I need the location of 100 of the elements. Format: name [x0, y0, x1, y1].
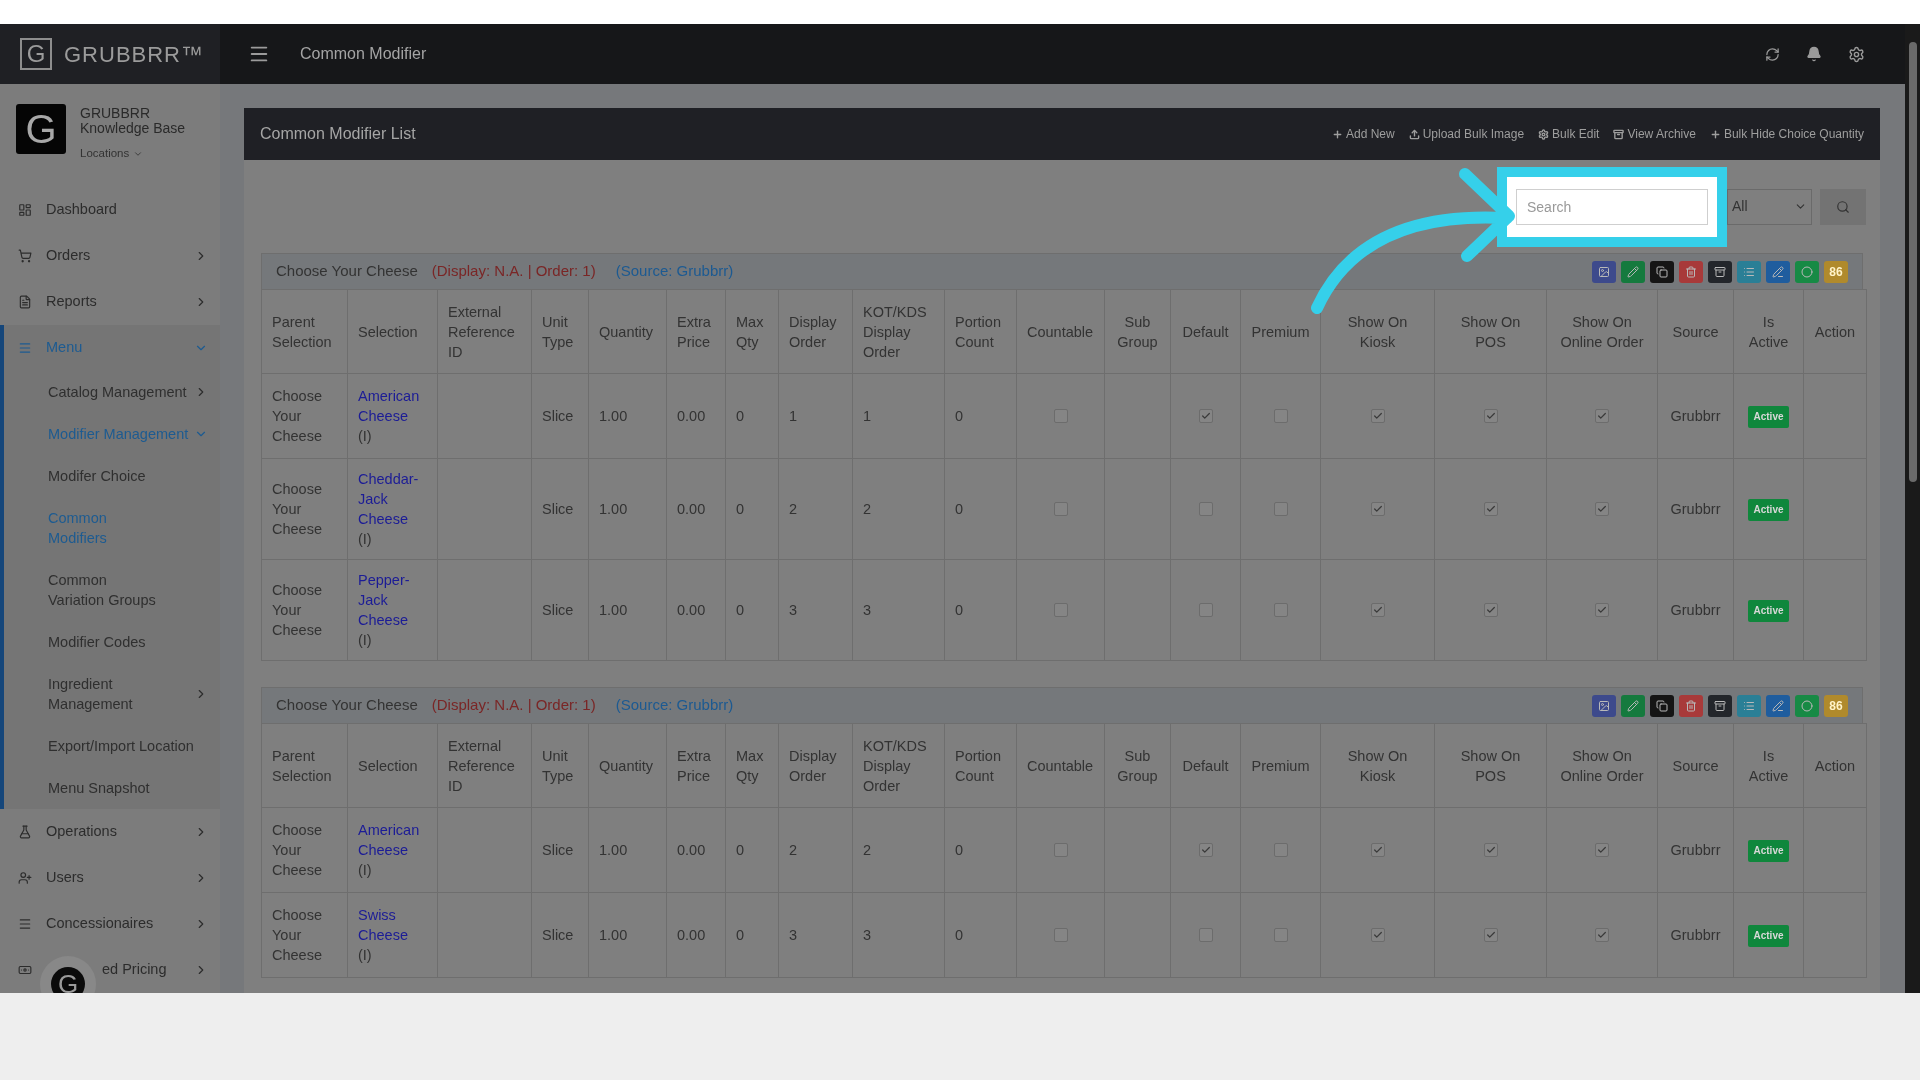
sidebar-item[interactable]: Common Variation Groups	[4, 559, 220, 621]
table-cell: Grubbrr	[1670, 927, 1721, 943]
checkbox[interactable]	[1370, 843, 1385, 857]
group-action-button[interactable]	[1592, 260, 1616, 283]
table-cell: 3	[789, 602, 798, 618]
cart-icon	[18, 249, 32, 263]
sidebar-item[interactable]: Users	[46, 855, 220, 901]
selection-link[interactable]: American Cheese	[358, 820, 427, 860]
checkbox[interactable]	[1273, 502, 1288, 516]
checkbox[interactable]	[1198, 409, 1213, 423]
checkbox[interactable]	[1483, 843, 1498, 857]
image-icon	[1598, 699, 1610, 712]
sidebar-item[interactable]: Modifier Codes	[4, 621, 220, 663]
checkbox[interactable]	[1370, 603, 1385, 617]
checkbox[interactable]	[1198, 502, 1213, 516]
checkbox[interactable]	[1370, 409, 1385, 423]
checkbox[interactable]	[1053, 603, 1068, 617]
checkbox[interactable]	[1595, 409, 1609, 423]
toolbar-button[interactable]: Add New	[1332, 125, 1395, 143]
group-action-button[interactable]	[1650, 694, 1674, 717]
checkbox[interactable]	[1198, 928, 1213, 942]
toolbar-button[interactable]: View Archive	[1613, 125, 1696, 143]
chat-bubble[interactable]: G	[40, 956, 96, 993]
user-plus-icon	[18, 871, 32, 885]
table-cell: 1.00	[599, 842, 628, 858]
locations-dropdown[interactable]: Locations	[80, 146, 186, 161]
check-icon	[1485, 605, 1496, 615]
selection-link[interactable]: American Cheese	[358, 386, 427, 426]
checkbox[interactable]	[1273, 843, 1288, 857]
toolbar-button[interactable]: Bulk Hide Choice Quantity	[1709, 125, 1864, 143]
checkbox[interactable]	[1483, 603, 1498, 617]
sidebar-item[interactable]: Modifer Choice	[4, 455, 220, 497]
sidebar-item[interactable]: Orders	[46, 233, 220, 279]
group-action-button[interactable]: 86	[1824, 694, 1848, 717]
checkbox[interactable]	[1595, 502, 1609, 516]
checkbox[interactable]	[1595, 603, 1609, 617]
search-button[interactable]	[1820, 188, 1866, 225]
column-header: Show On POS	[1434, 723, 1547, 808]
column-header: Max Qty	[725, 723, 779, 808]
checkbox[interactable]	[1198, 843, 1213, 857]
checkbox[interactable]	[1595, 928, 1609, 942]
group-action-button[interactable]	[1766, 694, 1790, 717]
checkbox[interactable]	[1053, 409, 1068, 423]
column-header: Unit Type	[531, 289, 589, 374]
sidebar-item[interactable]: Menu Snapshot	[4, 767, 220, 809]
toolbar-button[interactable]: Upload Bulk Image	[1408, 125, 1525, 143]
sidebar-item[interactable]: Concessionaires	[46, 901, 220, 947]
filter-select[interactable]: All	[1727, 188, 1812, 225]
checkbox[interactable]	[1273, 409, 1288, 423]
group-action-button[interactable]	[1766, 260, 1790, 283]
settings-icon[interactable]	[1848, 45, 1865, 63]
status-badge: Active	[1748, 839, 1789, 862]
notification-icon[interactable]	[1806, 46, 1822, 62]
checkbox[interactable]	[1483, 928, 1498, 942]
group-action-button[interactable]: 86	[1824, 260, 1848, 283]
check-icon	[1372, 605, 1383, 615]
logo-mark: G	[20, 38, 52, 70]
table-cell: 0	[955, 501, 964, 517]
account-name: GRUBBRR	[80, 106, 151, 121]
sidebar-item[interactable]: Dashboard	[46, 187, 220, 233]
copy-icon	[1656, 699, 1668, 712]
selection-link[interactable]: Pepper-Jack Cheese	[358, 570, 427, 630]
checkbox[interactable]	[1198, 603, 1213, 617]
refresh-icon[interactable]	[1765, 46, 1780, 62]
checkbox[interactable]	[1053, 502, 1068, 516]
sidebar-item[interactable]: Catalog Management	[4, 371, 220, 413]
checkbox[interactable]	[1595, 843, 1609, 857]
sidebar-item[interactable]: Ingredient Management	[4, 663, 220, 725]
toolbar-button[interactable]: Bulk Edit	[1538, 125, 1600, 143]
column-header: Portion Count	[944, 723, 1017, 808]
column-header: Countable	[1016, 723, 1105, 808]
checkbox[interactable]	[1053, 843, 1068, 857]
table-cell: Slice	[542, 927, 574, 943]
selection-link[interactable]: Swiss Cheese	[358, 905, 427, 945]
checkbox[interactable]	[1053, 928, 1068, 942]
table-cell: 2	[789, 501, 798, 517]
group-action-button[interactable]	[1708, 260, 1732, 283]
circle-icon	[1801, 265, 1813, 278]
check-icon	[1372, 845, 1383, 855]
table-cell: Grubbrr	[1670, 501, 1721, 517]
table-cell: 0	[955, 408, 964, 424]
group-action-button[interactable]	[1592, 694, 1616, 717]
checkbox[interactable]	[1370, 928, 1385, 942]
document-icon	[18, 295, 32, 309]
sidebar-item[interactable]: ed Pricing	[102, 947, 220, 993]
checkbox[interactable]	[1273, 928, 1288, 942]
checkbox[interactable]	[1483, 502, 1498, 516]
checkbox[interactable]	[1273, 603, 1288, 617]
check-icon	[1597, 930, 1607, 940]
sidebar-item[interactable]: Operations	[46, 809, 220, 855]
search-field[interactable]: Search	[1516, 188, 1708, 225]
group-action-button[interactable]	[1650, 260, 1674, 283]
selection-link[interactable]: Cheddar-Jack Cheese	[358, 469, 427, 529]
sidebar-item[interactable]: Export/Import Location	[4, 725, 220, 767]
sidebar-item[interactable]: Reports	[46, 279, 220, 325]
pencil-icon	[1627, 699, 1639, 712]
checkbox[interactable]	[1483, 409, 1498, 423]
group-action-button[interactable]	[1708, 694, 1732, 717]
table-cell: 0	[955, 927, 964, 943]
checkbox[interactable]	[1370, 502, 1385, 516]
